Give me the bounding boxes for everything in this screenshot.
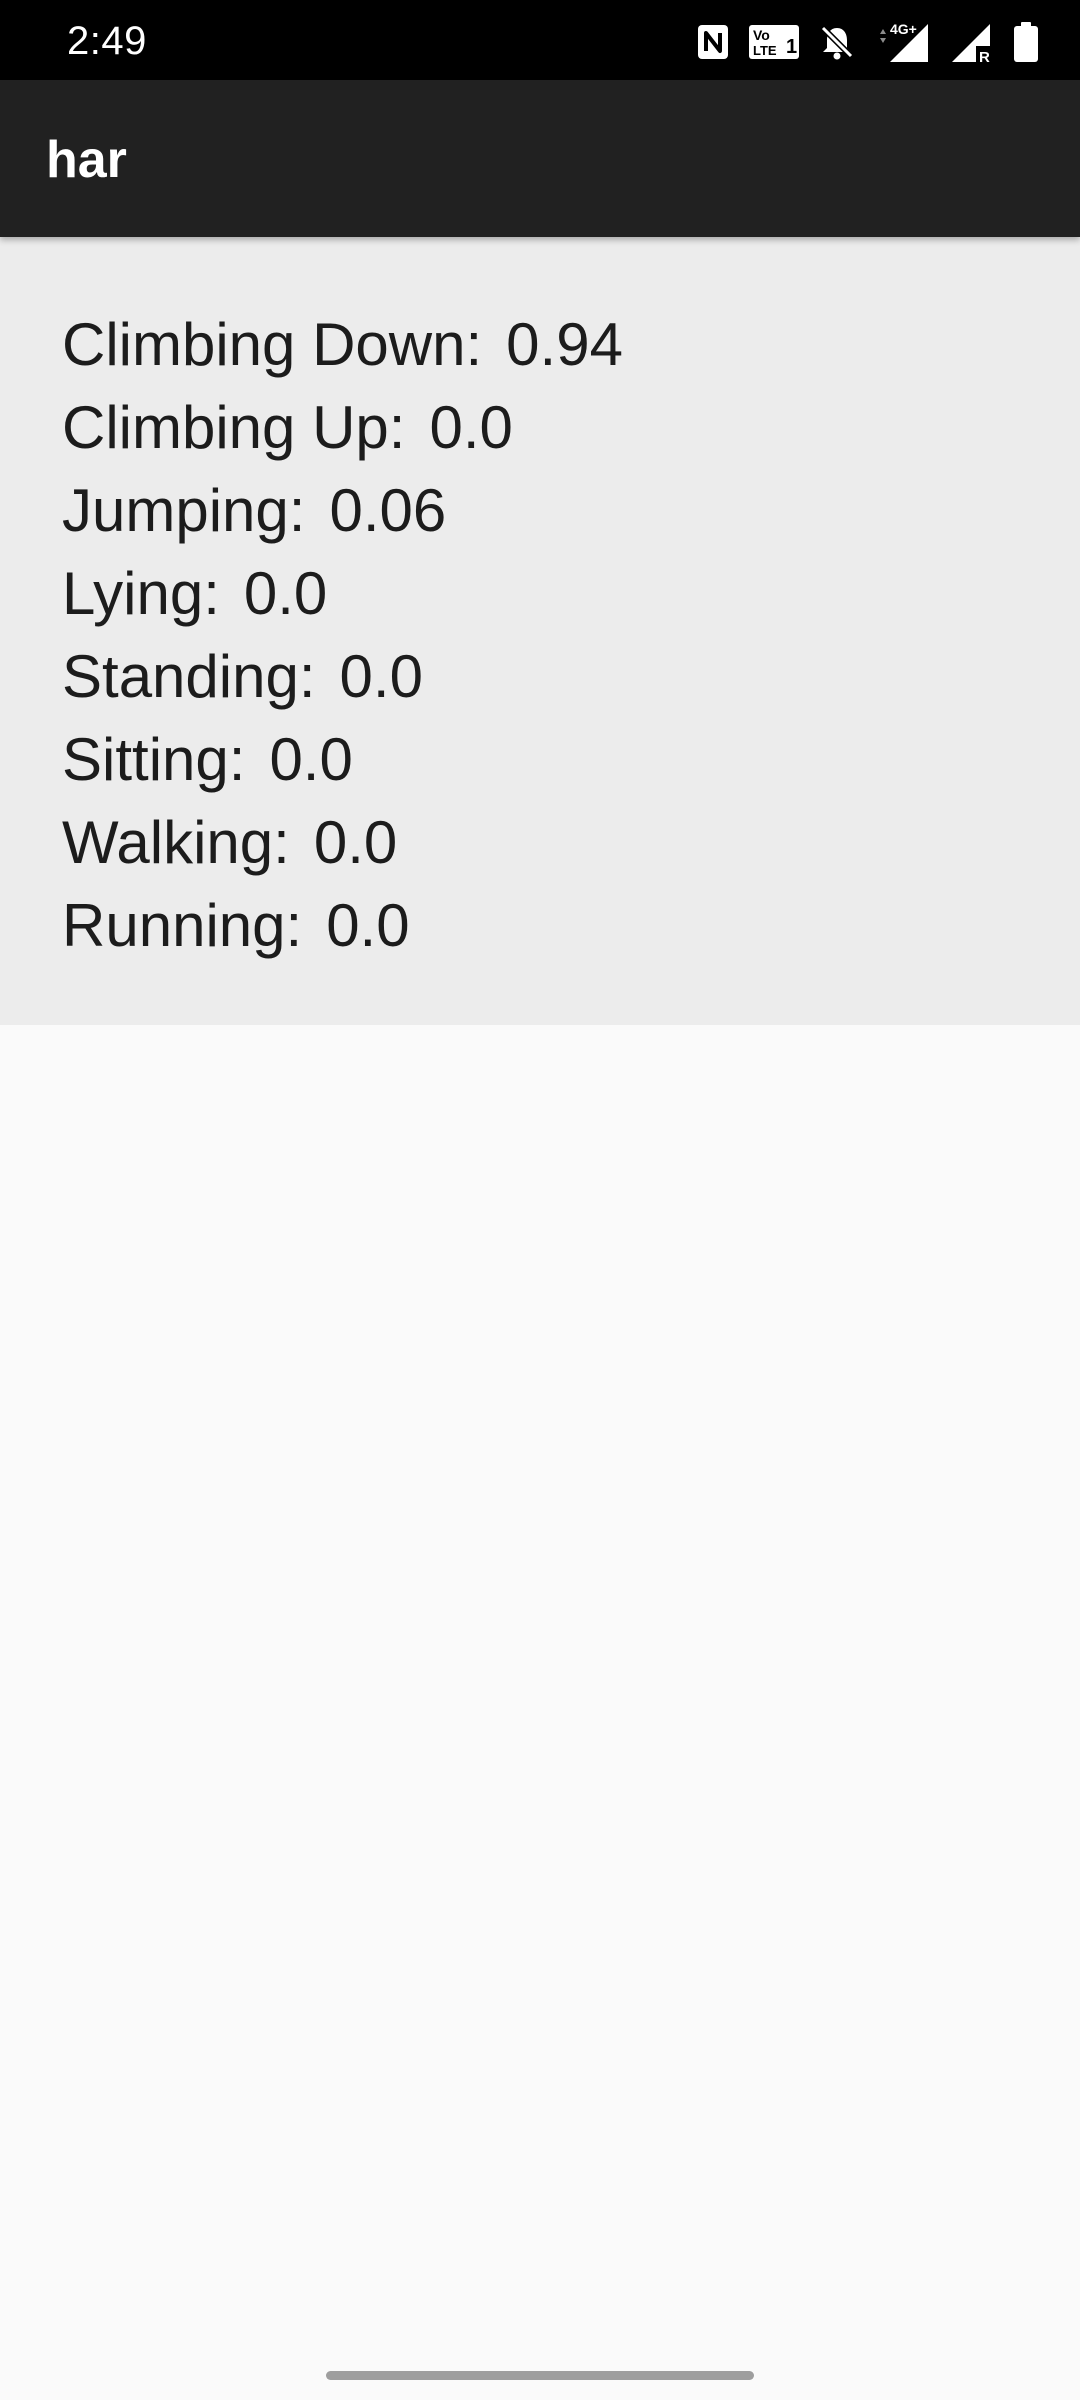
nfc-icon [696, 23, 730, 61]
volte-sim-label: 1 [786, 36, 797, 58]
result-value: 0.0 [326, 892, 410, 959]
battery-icon [1012, 20, 1040, 64]
result-row-climbing-up: Climbing Up: 0.0 [62, 386, 623, 469]
volte-bottom-label: LTE [753, 43, 777, 58]
bell-off-icon [818, 23, 856, 61]
result-value: 0.0 [339, 643, 423, 710]
result-label: Lying: [62, 560, 220, 627]
result-row-sitting: Sitting: 0.0 [62, 718, 623, 801]
volte-icon: Vo LTE 1 [748, 23, 800, 61]
app-title: har [46, 131, 127, 189]
results-list: Climbing Down: 0.94 Climbing Up: 0.0 Jum… [62, 303, 623, 967]
result-label: Running: [62, 892, 303, 959]
result-row-standing: Standing: 0.0 [62, 635, 623, 718]
result-value: 0.06 [329, 477, 447, 544]
status-time: 2:49 [67, 19, 147, 63]
result-value: 0.0 [429, 394, 513, 461]
result-value: 0.94 [506, 311, 623, 378]
result-row-lying: Lying: 0.0 [62, 552, 623, 635]
status-icons: Vo LTE 1 4G+ R [696, 18, 1040, 66]
result-value: 0.0 [269, 726, 353, 793]
signal-4g-icon: 4G+ [874, 20, 932, 64]
result-label: Sitting: [62, 726, 246, 793]
result-label: Climbing Up: [62, 394, 406, 461]
result-label: Climbing Down: [62, 311, 483, 378]
network-type-label: 4G+ [890, 21, 917, 37]
status-bar: 2:49 Vo LTE 1 4G+ R [0, 0, 1080, 80]
result-row-jumping: Jumping: 0.06 [62, 469, 623, 552]
result-label: Walking: [62, 809, 290, 876]
signal-roaming-icon: R [950, 20, 994, 64]
volte-top-label: Vo [753, 27, 770, 43]
app-bar: har [0, 80, 1080, 237]
result-value: 0.0 [313, 809, 398, 876]
result-row-walking: Walking: 0.0 [62, 801, 623, 884]
results-panel: Climbing Down: 0.94 Climbing Up: 0.0 Jum… [0, 237, 1080, 1025]
roaming-label: R [979, 49, 990, 64]
result-value: 0.0 [243, 560, 328, 627]
result-label: Jumping: [62, 477, 306, 544]
result-row-climbing-down: Climbing Down: 0.94 [62, 303, 623, 386]
result-label: Standing: [62, 643, 316, 710]
home-indicator[interactable] [326, 2371, 754, 2380]
result-row-running: Running: 0.0 [62, 884, 623, 967]
